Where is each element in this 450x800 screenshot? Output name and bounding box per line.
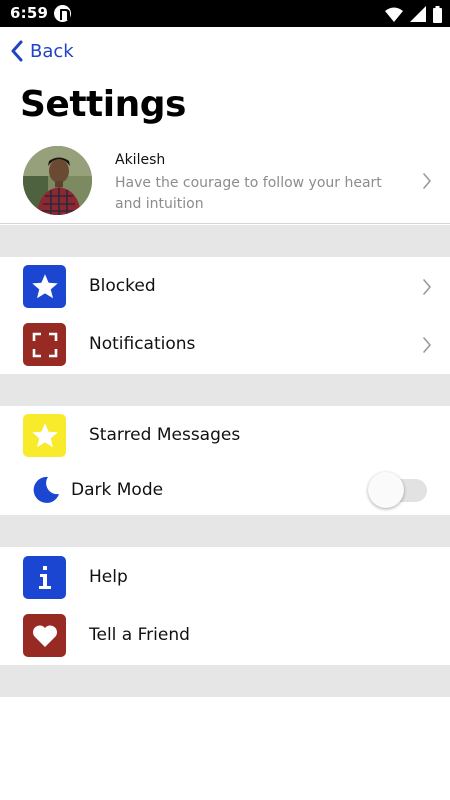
moon-icon: [33, 476, 59, 503]
avatar[interactable]: [23, 146, 92, 215]
status-bar: 6:59: [0, 0, 450, 27]
status-icons: [385, 5, 442, 23]
heart-icon: [32, 624, 57, 647]
star-icon: [31, 273, 58, 298]
status-time: 6:59: [10, 4, 49, 22]
wifi-icon: [385, 7, 403, 22]
help-label: Help: [89, 567, 128, 587]
section-divider: [0, 665, 450, 697]
battery-icon: [433, 5, 442, 23]
dark-mode-toggle[interactable]: [368, 472, 428, 508]
tell-a-friend-icon-tile: [23, 614, 66, 657]
signal-icon: [410, 6, 426, 22]
starred-icon-tile: [23, 414, 66, 457]
dark-mode-label: Dark Mode: [71, 480, 164, 500]
info-icon: [38, 565, 51, 589]
notifications-row[interactable]: Notifications: [0, 315, 450, 373]
focus-frame-icon: [32, 332, 57, 357]
chevron-right-icon: [423, 173, 431, 189]
back-label: Back: [30, 40, 74, 62]
app-notification-icon: [54, 5, 71, 22]
chevron-right-icon: [423, 279, 431, 295]
starred-messages-label: Starred Messages: [89, 425, 241, 445]
blocked-label: Blocked: [89, 276, 156, 296]
blocked-icon-tile: [23, 265, 66, 308]
tell-a-friend-row[interactable]: Tell a Friend: [0, 606, 450, 664]
avatar-photo: [23, 146, 92, 215]
blocked-row[interactable]: Blocked: [0, 257, 450, 315]
star-icon: [31, 422, 58, 447]
notifications-icon-tile: [23, 323, 66, 366]
dark-mode-row: Dark Mode: [0, 463, 450, 515]
section-divider: [0, 374, 450, 406]
toggle-thumb[interactable]: [368, 472, 404, 508]
starred-messages-row[interactable]: Starred Messages: [0, 406, 450, 464]
section-divider: [0, 515, 450, 547]
help-icon-tile: [23, 556, 66, 599]
section-divider: [0, 225, 450, 257]
notifications-label: Notifications: [89, 334, 196, 354]
page-title: Settings: [20, 84, 186, 125]
back-button[interactable]: Back: [10, 40, 74, 62]
tell-a-friend-label: Tell a Friend: [89, 625, 190, 645]
help-row[interactable]: Help: [0, 548, 450, 606]
profile-status: Have the courage to follow your heart an…: [115, 175, 382, 212]
profile-row[interactable]: Akilesh Have the courage to follow your …: [0, 140, 450, 224]
profile-name: Akilesh: [115, 152, 166, 168]
chevron-left-icon: [11, 40, 23, 62]
chevron-right-icon: [423, 337, 431, 353]
